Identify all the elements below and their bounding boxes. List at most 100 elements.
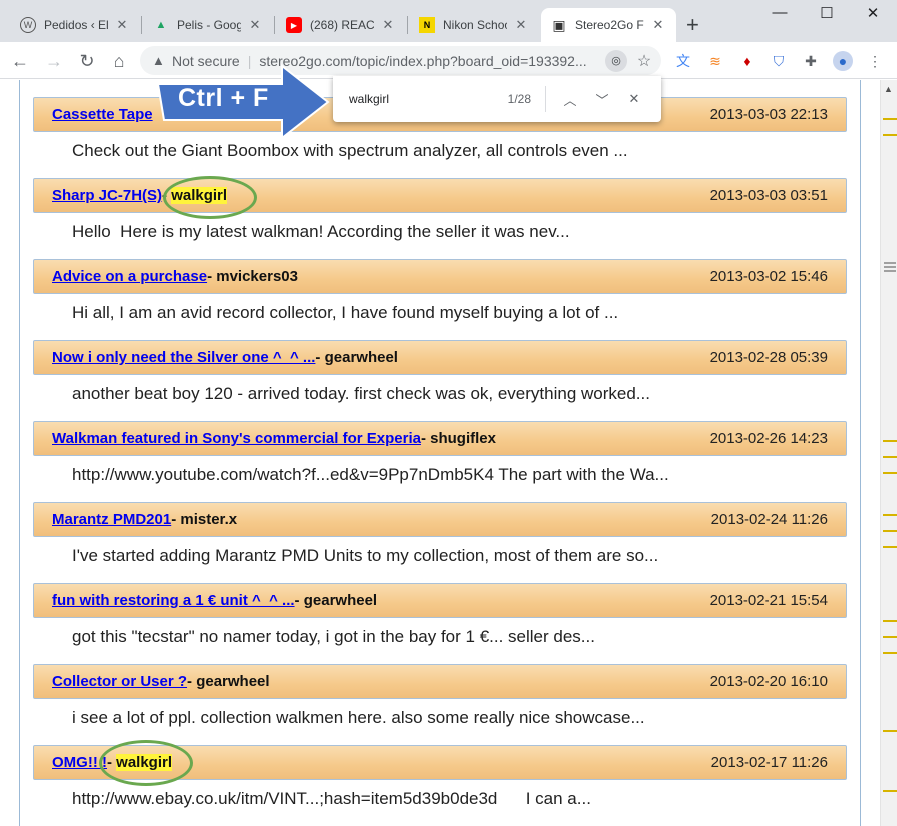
find-marker	[883, 472, 897, 474]
find-marker	[883, 652, 897, 654]
close-icon[interactable]: ✕	[380, 17, 396, 33]
topic-snippet: Check out the Giant Boombox with spectru…	[72, 141, 628, 160]
find-marker	[883, 456, 897, 458]
topic-snippet: http://www.youtube.com/watch?f...ed&v=9P…	[72, 465, 669, 484]
pin-icon[interactable]: ♦	[737, 51, 757, 71]
topic-snippet: Hi all, I am an avid record collector, I…	[72, 303, 619, 322]
author-separator: -	[171, 511, 181, 528]
close-find-icon[interactable]: ✕	[618, 91, 650, 107]
topic-header: Now i only need the Silver one ^_^ ... - …	[33, 340, 847, 375]
window-close-icon[interactable]: ✕	[858, 4, 888, 22]
scrollbar-thumb[interactable]	[884, 262, 896, 274]
find-marker	[883, 134, 897, 136]
bookmark-star-icon[interactable]: ☆	[633, 51, 655, 71]
topic-snippet: I've started adding Marantz PMD Units to…	[72, 546, 659, 565]
author-separator: -	[187, 673, 197, 690]
find-marker	[883, 620, 897, 622]
find-divider	[545, 86, 546, 112]
topic-date: 2013-02-28 05:39	[709, 349, 828, 366]
topic-link[interactable]: Advice on a purchase	[52, 268, 207, 285]
annotation-circle	[163, 176, 257, 219]
find-match-count: 1/28	[507, 92, 531, 106]
back-arrow-icon[interactable]: ←	[8, 50, 32, 72]
topic-header: Sharp JC-7H(S) - walkgirl 2013-03-03 03:51	[33, 178, 847, 213]
topic-author[interactable]: mister.x	[180, 511, 237, 528]
topic-snippet: got this "tecstar" no namer today, i got…	[72, 627, 595, 646]
topic-link[interactable]: Collector or User ?	[52, 673, 187, 690]
topic-link[interactable]: Cassette Tape	[52, 106, 153, 123]
topic-author[interactable]: mvickers03	[216, 268, 298, 285]
find-in-page-bar: walkgirl 1/28 ︿ ﹀ ✕	[333, 76, 661, 122]
tab-pelis[interactable]: ▲ Pelis - Googl ✕	[143, 8, 273, 42]
topic-author[interactable]: gearwheel	[196, 673, 269, 690]
browser-toolbar: ← → ↻ ⌂ ▲ Not secure | stereo2go.com/top…	[0, 42, 897, 79]
topic-author[interactable]: gearwheel	[304, 592, 377, 609]
tab-pedidos[interactable]: W Pedidos ‹ El L ✕	[10, 8, 140, 42]
shield-icon[interactable]: ⛉	[769, 51, 789, 71]
topic-link[interactable]: Sharp JC-7H(S)	[52, 187, 162, 204]
topic-author[interactable]: shugiflex	[430, 430, 496, 447]
topic-header: Advice on a purchase - mvickers03 2013-03-…	[33, 259, 847, 294]
topic-snippet: i see a lot of ppl. collection walkmen h…	[72, 708, 645, 727]
topic-header: Walkman featured in Sony's commercial fo…	[33, 421, 847, 456]
topic-header: fun with restoring a 1 € unit ^_^ ... - g…	[33, 583, 847, 618]
tab-nikon[interactable]: N Nikon Schoo ✕	[409, 8, 539, 42]
reload-icon[interactable]: ↻	[75, 50, 99, 72]
content-border-left	[19, 80, 20, 826]
topic-snippet: http://www.ebay.co.uk/itm/VINT...;hash=i…	[72, 789, 591, 808]
topic-link[interactable]: Now i only need the Silver one ^_^ ...	[52, 349, 315, 366]
tab-title: Pelis - Googl	[177, 18, 241, 32]
close-icon[interactable]: ✕	[247, 17, 263, 33]
tab-stereo2go[interactable]: ▣ Stereo2Go Fo ✕	[541, 8, 676, 42]
topic-date: 2013-02-17 11:26	[710, 754, 828, 771]
topic-date: 2013-03-03 03:51	[709, 187, 828, 204]
topic-header: Marantz PMD201- mister.x 2013-02-24 11:26	[33, 502, 847, 537]
find-marker	[883, 636, 897, 638]
find-query-input[interactable]: walkgirl	[349, 92, 469, 106]
extensions-puzzle-icon[interactable]: ✚	[801, 51, 821, 71]
annotation-circle	[99, 740, 193, 786]
youtube-icon: ▶	[286, 17, 302, 33]
tab-youtube[interactable]: ▶ (268) REACCI ✕	[276, 8, 406, 42]
tab-title: (268) REACCI	[310, 18, 374, 32]
topic-snippet: Hello Here is my latest walkman! Accordi…	[72, 222, 570, 241]
find-marker	[883, 730, 897, 732]
tab-title: Nikon Schoo	[443, 18, 507, 32]
google-translate-icon[interactable]: 文	[673, 51, 693, 71]
tab-separator	[407, 16, 408, 34]
home-icon[interactable]: ⌂	[107, 50, 131, 72]
forward-arrow-icon[interactable]: →	[42, 50, 66, 72]
author-separator: -	[315, 349, 325, 366]
rss-feed-icon[interactable]: ≋	[705, 51, 725, 71]
minimize-icon[interactable]: —	[765, 4, 795, 21]
topic-date: 2013-02-26 14:23	[709, 430, 828, 447]
scroll-up-arrow-icon[interactable]: ▲	[884, 84, 893, 94]
browser-tab-strip: W Pedidos ‹ El L ✕ ▲ Pelis - Googl ✕ ▶ (…	[0, 0, 897, 42]
find-marker	[883, 530, 897, 532]
profile-avatar-icon[interactable]: ●	[833, 51, 853, 71]
topic-link[interactable]: fun with restoring a 1 € unit ^_^ ...	[52, 592, 295, 609]
close-icon[interactable]: ✕	[114, 17, 130, 33]
new-tab-button[interactable]: +	[686, 13, 699, 37]
tab-separator	[274, 16, 275, 34]
topic-snippet: another beat boy 120 - arrived today. fi…	[72, 384, 650, 403]
topic-date: 2013-02-24 11:26	[710, 511, 828, 528]
chevron-up-icon[interactable]: ︿	[554, 90, 586, 109]
topic-link[interactable]: Marantz PMD201	[52, 511, 171, 528]
maximize-icon[interactable]: ☐	[812, 4, 842, 22]
close-icon[interactable]: ✕	[513, 17, 529, 33]
close-icon[interactable]: ✕	[650, 17, 666, 33]
chevron-down-icon[interactable]: ﹀	[586, 90, 618, 109]
find-marker	[883, 546, 897, 548]
topic-link[interactable]: Walkman featured in Sony's commercial fo…	[52, 430, 421, 447]
find-in-page-icon[interactable]: ◎	[605, 49, 627, 72]
author-separator: -	[420, 430, 431, 447]
kebab-menu-icon[interactable]: ⋮	[865, 51, 885, 71]
topic-date: 2013-02-21 15:54	[709, 592, 828, 609]
vertical-scrollbar[interactable]: ▲	[880, 80, 897, 826]
tab-title: Stereo2Go Fo	[575, 18, 644, 32]
find-marker	[883, 790, 897, 792]
topic-date: 2013-03-02 15:46	[709, 268, 828, 285]
find-marker	[883, 440, 897, 442]
topic-author[interactable]: gearwheel	[325, 349, 398, 366]
